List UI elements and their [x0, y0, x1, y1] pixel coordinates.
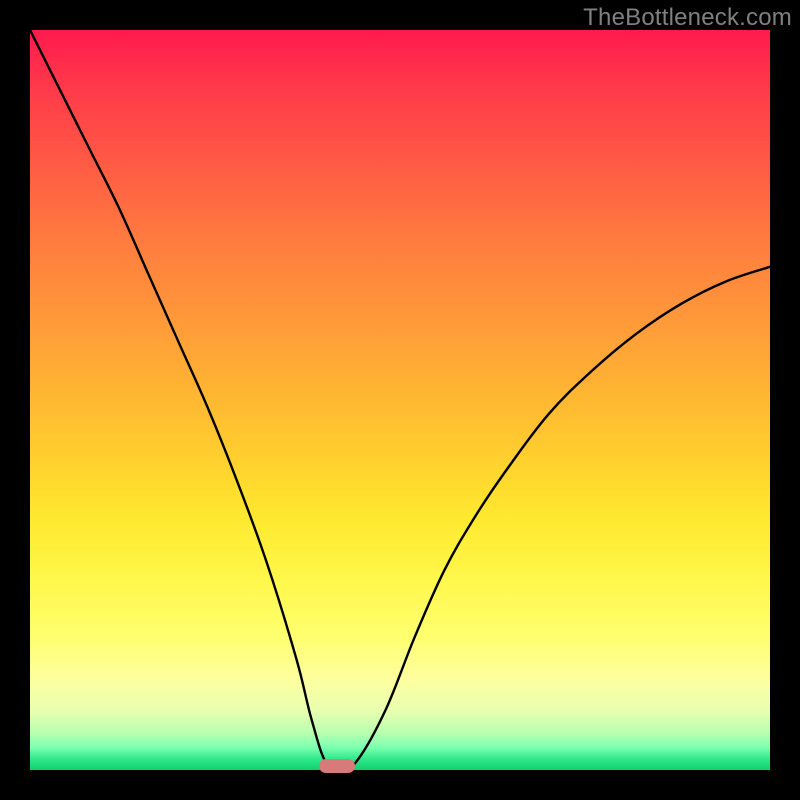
plot-area	[30, 30, 770, 770]
chart-frame: TheBottleneck.com	[0, 0, 800, 800]
bottleneck-curve	[30, 30, 770, 770]
watermark-text: TheBottleneck.com	[583, 4, 792, 32]
optimal-point-marker	[319, 759, 355, 773]
